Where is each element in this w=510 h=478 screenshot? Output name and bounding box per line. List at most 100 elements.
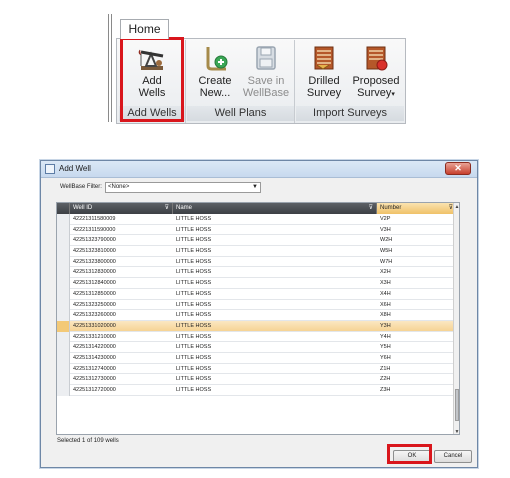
group-import-surveys: Drilled Survey Proposed Survey▾ Import S… — [296, 40, 404, 123]
column-header-well-id-label: Well ID — [73, 205, 93, 211]
drilled-survey-button[interactable]: Drilled Survey — [302, 42, 346, 104]
row-selector[interactable] — [57, 256, 70, 268]
cell-well-id: 42251314230000 — [73, 354, 116, 361]
header-row-selector — [57, 203, 70, 214]
row-selector[interactable] — [57, 267, 70, 279]
cell-number: Y5H — [380, 344, 391, 351]
cell-well-id: 42251312840000 — [73, 280, 116, 287]
row-selector[interactable] — [57, 385, 70, 396]
scroll-down-icon[interactable]: ▼ — [454, 429, 459, 434]
cell-well-id: 42251323260000 — [73, 312, 116, 319]
cell-well-id: 42251312730000 — [73, 376, 116, 383]
drilled-survey-label-2: Survey — [306, 87, 342, 99]
filter-icon[interactable]: ⊽ — [369, 203, 373, 214]
table-row[interactable]: 42251312740000 LITTLE HOSS Z1H — [57, 363, 456, 375]
drilled-survey-icon — [314, 46, 334, 70]
cell-name: LITTLE HOSS — [176, 354, 212, 361]
column-header-well-id[interactable]: Well ID ⊽ — [70, 203, 173, 214]
wellbase-filter-value: <None> — [108, 184, 130, 190]
row-selector[interactable] — [57, 310, 70, 321]
cell-name: LITTLE HOSS — [176, 258, 212, 265]
cell-number: X3H — [380, 280, 391, 287]
chevron-down-icon: ▼ — [252, 184, 258, 190]
filter-icon[interactable]: ⊽ — [165, 203, 169, 214]
cell-name: LITTLE HOSS — [176, 280, 212, 287]
group-label-import-surveys: Import Surveys — [296, 106, 404, 121]
close-icon[interactable]: ✕ — [445, 162, 471, 175]
table-row[interactable]: 42251314220000 LITTLE HOSS Y5H — [57, 342, 456, 353]
dropdown-icon: ▾ — [391, 91, 395, 98]
cell-number: Y6H — [380, 354, 391, 361]
save-in-wellbase-button[interactable]: Save in WellBase — [241, 42, 291, 104]
grid-rows: 42221311580009 LITTLE HOSS V2P 422213115900… — [57, 214, 456, 396]
row-selector[interactable] — [57, 278, 70, 289]
proposed-survey-label-2-text: Survey — [357, 87, 392, 99]
cell-number: X2H — [380, 269, 391, 276]
grid-scrollbar[interactable]: ▲ ▼ — [453, 203, 459, 434]
wells-grid: Well ID ⊽ Name ⊽ Number ⊽ 42221311580009… — [56, 202, 460, 435]
cell-number: V2P — [380, 216, 391, 222]
dialog-app-icon — [45, 164, 55, 174]
row-selector[interactable] — [57, 352, 70, 364]
cell-name: LITTLE HOSS — [176, 322, 212, 329]
cell-name: LITTLE HOSS — [176, 269, 212, 276]
table-row[interactable]: 42251314230000 LITTLE HOSS Y6H — [57, 352, 456, 364]
table-row[interactable]: 42251331210000 LITTLE HOSS Y4H — [57, 331, 456, 343]
cell-well-id: 42251312740000 — [73, 365, 116, 372]
create-new-button[interactable]: Create New... — [193, 42, 237, 104]
drilled-survey-label-1: Drilled — [308, 75, 340, 87]
cell-name: LITTLE HOSS — [176, 301, 212, 308]
row-selector[interactable] — [57, 299, 70, 311]
table-row[interactable]: 42251312850000 LITTLE HOSS X4H — [57, 288, 456, 300]
table-row[interactable]: 42251331020000 LITTLE HOSS Y3H — [57, 320, 456, 332]
create-new-label-1: Create — [198, 75, 232, 87]
cell-number: X6H — [380, 301, 391, 308]
cell-number: Y4H — [380, 333, 391, 340]
table-row[interactable]: 42251323800000 LITTLE HOSS W7H — [57, 256, 456, 268]
row-selector[interactable] — [57, 214, 70, 225]
table-row[interactable]: 42251323250000 LITTLE HOSS X6H — [57, 299, 456, 311]
table-row[interactable]: 42251312730000 LITTLE HOSS Z2H — [57, 374, 456, 385]
table-row[interactable]: 42251323260000 LITTLE HOSS X8H — [57, 310, 456, 321]
add-wells-highlight — [120, 37, 184, 122]
row-selector[interactable] — [57, 374, 70, 385]
column-header-number[interactable]: Number ⊽ — [377, 203, 456, 214]
row-selector[interactable] — [57, 288, 70, 300]
scroll-up-icon[interactable]: ▲ — [454, 204, 459, 210]
cancel-button[interactable]: Cancel — [434, 450, 472, 463]
table-row[interactable]: 42221311590000 LITTLE HOSS V3H — [57, 224, 456, 236]
row-selector[interactable] — [57, 320, 70, 332]
table-row[interactable]: 42251312830000 LITTLE HOSS X2H — [57, 267, 456, 279]
row-selector[interactable] — [57, 331, 70, 343]
create-new-label-2: New... — [199, 87, 231, 99]
row-selector[interactable] — [57, 235, 70, 247]
row-selector[interactable] — [57, 224, 70, 236]
table-row[interactable]: 42251323810000 LITTLE HOSS W5H — [57, 246, 456, 257]
column-header-name-label: Name — [176, 205, 193, 211]
cell-well-id: 42221311590000 — [73, 226, 116, 233]
cell-name: LITTLE HOSS — [176, 226, 212, 233]
cell-well-id: 42251323800000 — [73, 258, 116, 265]
cell-number: Y3H — [380, 322, 391, 329]
row-selector[interactable] — [57, 342, 70, 353]
cell-name: LITTLE HOSS — [176, 216, 212, 222]
row-selector[interactable] — [57, 363, 70, 375]
dialog-titlebar[interactable]: Add Well ✕ — [41, 161, 477, 178]
column-header-name[interactable]: Name ⊽ — [173, 203, 377, 214]
table-row[interactable]: 42251312840000 LITTLE HOSS X3H — [57, 278, 456, 289]
scroll-thumb[interactable] — [455, 389, 459, 421]
well-plan-icon — [206, 47, 228, 71]
row-selector[interactable] — [57, 246, 70, 257]
cell-well-id: 42251314220000 — [73, 344, 116, 351]
cell-well-id: 42251312850000 — [73, 290, 116, 297]
add-well-dialog: Add Well ✕ WellBase Filter: <None> ▼ Wel… — [40, 160, 478, 468]
table-row[interactable]: 42251323790000 LITTLE HOSS W2H — [57, 235, 456, 247]
wellbase-filter-select[interactable]: <None> ▼ — [105, 182, 261, 193]
table-row[interactable]: 42221311580009 LITTLE HOSS V2P — [57, 214, 456, 225]
table-row[interactable]: 42251312720000 LITTLE HOSS Z3H — [57, 385, 456, 396]
proposed-survey-button[interactable]: Proposed Survey▾ — [350, 42, 402, 104]
cell-well-id: 42251312830000 — [73, 269, 116, 276]
ribbon-left-divider — [108, 14, 112, 122]
wellbase-filter-label: WellBase Filter: — [60, 184, 102, 190]
tab-home[interactable]: Home — [120, 19, 169, 39]
